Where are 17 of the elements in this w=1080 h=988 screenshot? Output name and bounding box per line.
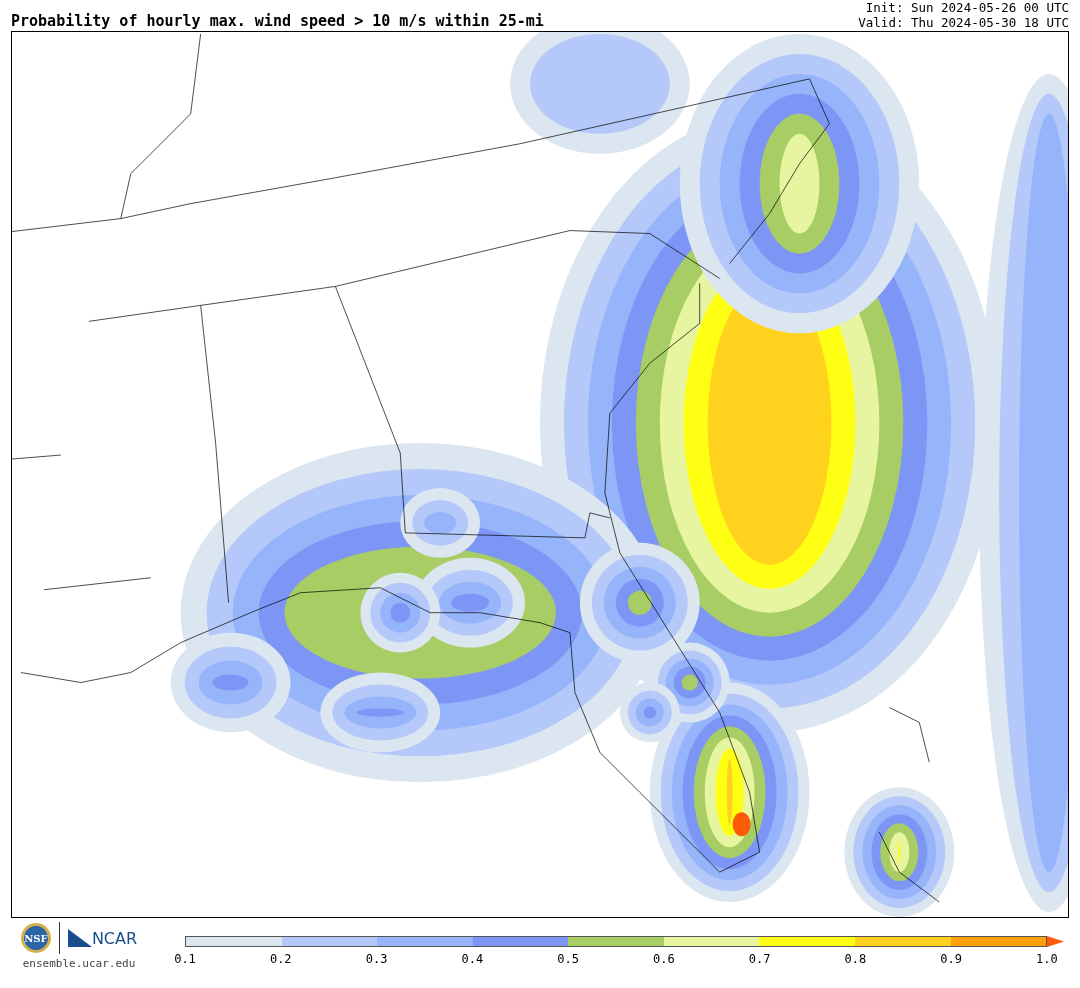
tick-label: 0.5 [556, 952, 580, 966]
tick-label: 0.3 [364, 952, 389, 966]
tick-label: 0.1 [173, 952, 197, 966]
tick-label: 0.6 [652, 952, 676, 966]
valid-time: Valid: Thu 2024-05-30 18 UTC [858, 15, 1069, 30]
tick-label: 0.4 [460, 952, 485, 966]
init-time: Init: Sun 2024-05-26 00 UTC [865, 0, 1069, 15]
website-url: ensemble.ucar.edu [22, 957, 136, 970]
nsf-logo: NSF [20, 923, 51, 953]
flag-icon [67, 929, 92, 947]
tick-label: 0.2 [268, 952, 293, 966]
tick-label: 0.8 [843, 952, 868, 966]
tick-label: 0.9 [939, 952, 963, 966]
tick-label: 1.0 [1035, 952, 1059, 966]
org-logo-text: NCAR [91, 928, 138, 948]
chart-title: Probability of hourly max. wind speed > 10 m/s within 25-mi [11, 12, 544, 30]
tick-label: 0.7 [747, 952, 772, 966]
